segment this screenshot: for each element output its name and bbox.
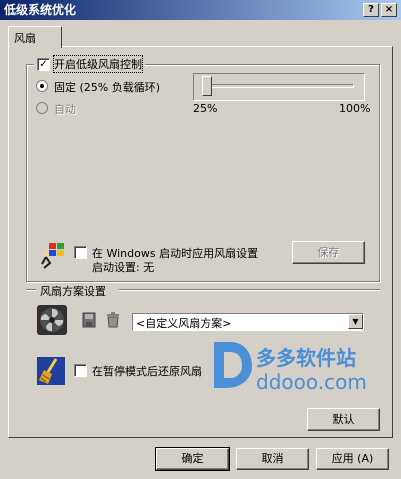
fixed-label: 固定 (25% 负载循环) (54, 81, 161, 94)
help-button[interactable]: ? (363, 3, 379, 17)
default-button[interactable]: 默认 (307, 408, 380, 431)
window-title: 低级系统优化 (4, 3, 77, 17)
slider-thumb[interactable] (202, 76, 212, 96)
restore-after-suspend-label: 在暂停模式后还原风扇 (92, 365, 202, 378)
scheme-divider (119, 289, 380, 291)
ok-button[interactable]: 确定 (155, 447, 230, 471)
auto-radio[interactable] (36, 102, 48, 114)
slider-track (204, 84, 354, 88)
tab-fan[interactable]: 风扇 (8, 26, 62, 48)
watermark-logo-icon (214, 342, 252, 388)
broom-icon (36, 356, 66, 386)
scheme-section-title: 风扇方案设置 (40, 285, 106, 298)
fixed-radio[interactable] (36, 80, 48, 92)
delete-scheme-icon[interactable] (106, 312, 120, 328)
enable-fan-control-row[interactable]: ✓ 开启低级风扇控制 (34, 55, 145, 73)
watermark: 多多软件站 ddooo.com (208, 338, 384, 398)
startup-status-label: 启动设置: 无 (92, 261, 155, 274)
auto-label: 自动 (54, 103, 76, 116)
restore-after-suspend-checkbox[interactable] (74, 364, 87, 377)
fan-scheme-select[interactable]: <自定义风扇方案> ▼ (132, 313, 364, 331)
tab-fan-label: 风扇 (14, 32, 36, 45)
save-scheme-icon[interactable] (82, 312, 96, 328)
enable-fan-control-label: 开启低级风扇控制 (53, 55, 143, 73)
save-button[interactable]: 保存 (292, 241, 365, 264)
enable-fan-control-checkbox[interactable]: ✓ (37, 57, 50, 71)
slider-min-label: 25% (193, 102, 218, 115)
title-bar[interactable]: 低级系统优化 (0, 0, 401, 20)
apply-button[interactable]: 应用 (A) (316, 448, 389, 470)
close-button[interactable]: × (381, 3, 397, 17)
apply-at-startup-checkbox[interactable] (74, 246, 87, 259)
slider-max-label: 100% (339, 102, 371, 115)
duty-cycle-slider[interactable] (193, 73, 365, 101)
watermark-url: ddooo.com (256, 370, 367, 394)
scheme-divider-left (26, 289, 36, 291)
windows-runner-icon (40, 242, 66, 270)
chevron-down-icon[interactable]: ▼ (348, 314, 363, 329)
cancel-button[interactable]: 取消 (236, 448, 309, 470)
fan-icon (36, 304, 68, 336)
watermark-name: 多多软件站 (256, 346, 356, 370)
fan-scheme-selected: <自定义风扇方案> (136, 317, 232, 330)
